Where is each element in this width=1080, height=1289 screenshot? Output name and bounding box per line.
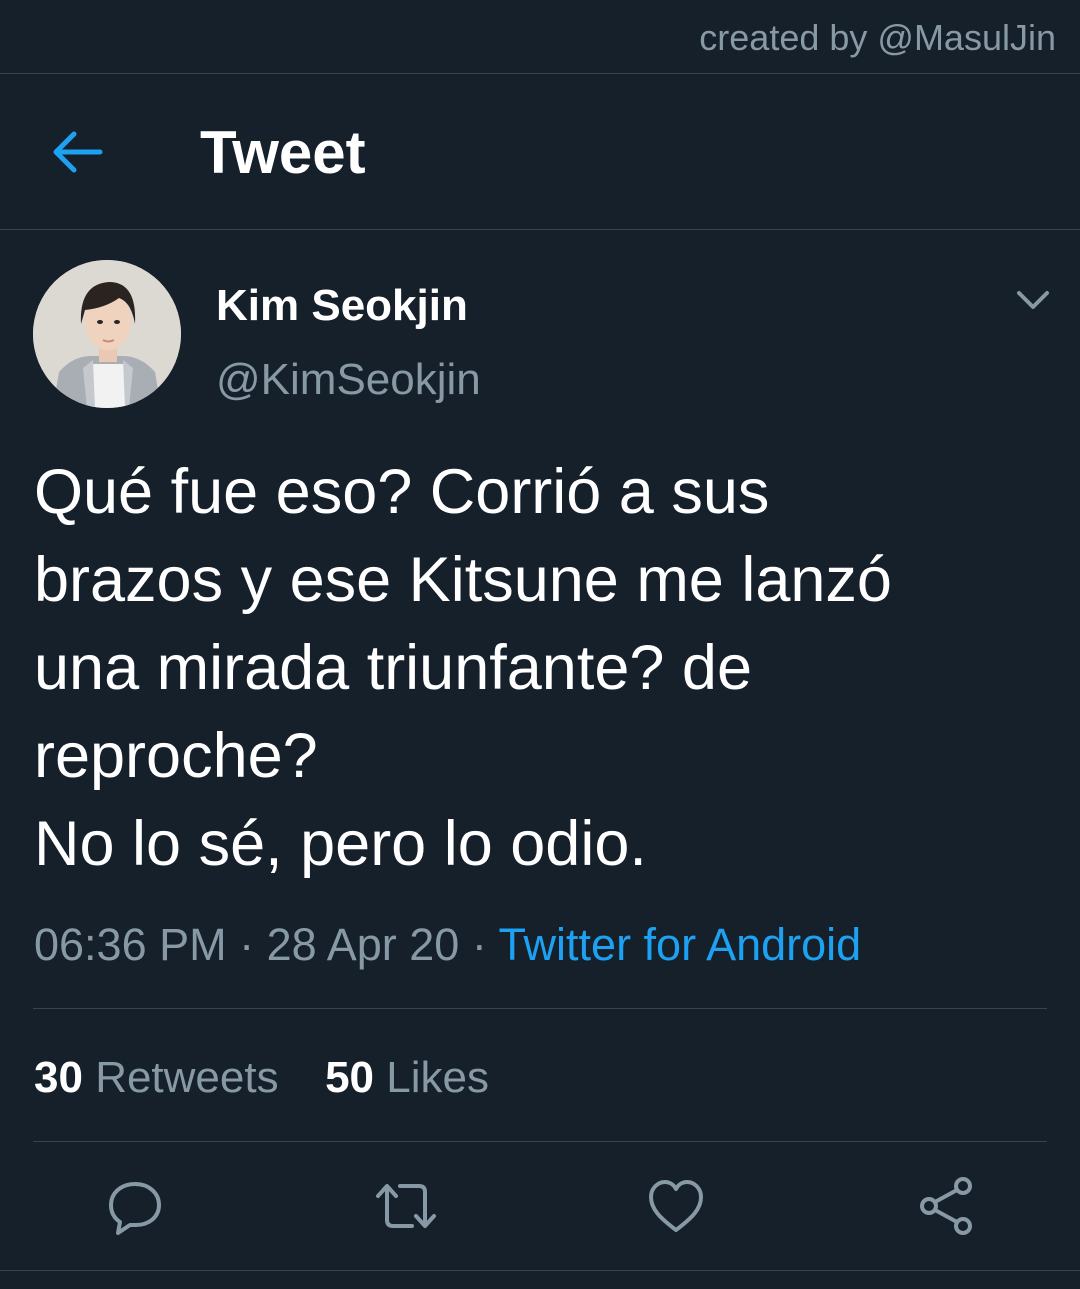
avatar[interactable] <box>33 260 181 408</box>
retweets-label: Retweets <box>95 1053 279 1102</box>
divider <box>33 1141 1047 1142</box>
likes-label: Likes <box>386 1053 489 1102</box>
reply-button[interactable] <box>105 1176 165 1236</box>
author-display-name[interactable]: Kim Seokjin <box>216 280 468 332</box>
tweet-metadata: 06:36 PM · 28 Apr 20 · Twitter for Andro… <box>34 918 861 972</box>
tweet-text-line: reproche? <box>34 721 318 791</box>
tweet-text: Qué fue eso? Corrió a sus brazos y ese K… <box>34 448 1044 888</box>
tweet-date: 28 Apr 20 <box>266 919 460 970</box>
tweet-text-line: una mirada triunfante? de <box>34 633 752 703</box>
credit-bar: created by @MasulJin <box>0 0 1080 74</box>
chevron-down-icon <box>1017 291 1049 309</box>
divider <box>0 1270 1080 1271</box>
app-header: Tweet <box>0 74 1080 230</box>
retweets-stat[interactable]: 30 Retweets <box>34 1053 279 1102</box>
reply-icon <box>109 1182 161 1235</box>
retweet-icon <box>376 1184 436 1228</box>
tweet-stats: 30 Retweets 50 Likes <box>34 1052 489 1104</box>
tweet-menu-button[interactable] <box>1012 282 1054 318</box>
tweet-text-line: brazos y ese Kitsune me lanzó <box>34 545 892 615</box>
tweet-time: 06:36 PM <box>34 919 227 970</box>
retweet-button[interactable] <box>374 1176 436 1236</box>
share-icon <box>920 1177 972 1235</box>
creator-credit: created by @MasulJin <box>699 17 1056 58</box>
author-handle[interactable]: @KimSeokjin <box>216 354 481 406</box>
tweet-text-line: No lo sé, pero lo odio. <box>34 809 647 879</box>
tweet-text-line: Qué fue eso? Corrió a sus <box>34 457 770 527</box>
tweet-source-link[interactable]: Twitter for Android <box>499 919 862 970</box>
arrow-left-icon <box>53 131 103 173</box>
profile-photo <box>33 260 181 408</box>
likes-count: 50 <box>325 1053 375 1102</box>
divider <box>33 1008 1047 1009</box>
share-button[interactable] <box>916 1176 976 1236</box>
meta-separator: · <box>471 919 487 970</box>
like-button[interactable] <box>646 1176 706 1236</box>
back-button[interactable] <box>50 126 106 178</box>
meta-separator: · <box>239 919 255 970</box>
likes-stat[interactable]: 50 Likes <box>325 1053 489 1102</box>
page-title: Tweet <box>200 119 366 186</box>
like-icon <box>649 1180 703 1232</box>
retweets-count: 30 <box>34 1053 83 1102</box>
